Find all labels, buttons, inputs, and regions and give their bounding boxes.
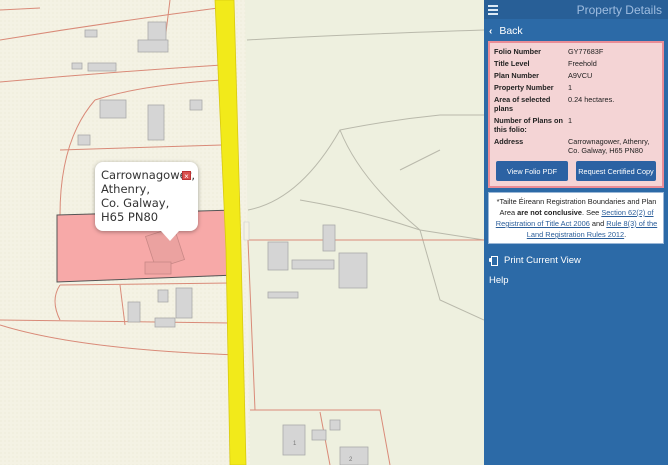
detail-label: Address (494, 137, 524, 146)
detail-row-address: Address Carrownagower, Athenry, Co. Galw… (494, 137, 658, 155)
help-label: Help (489, 274, 509, 286)
notice-text: and (589, 219, 607, 228)
detail-row-area: Area of selected plans 0.24 hectares. (494, 95, 658, 113)
view-folio-pdf-button[interactable]: View Folio PDF (496, 161, 568, 181)
detail-value: GY77683F (568, 47, 604, 56)
action-buttons: View Folio PDF Request Certified Copy (494, 161, 658, 181)
detail-label: Number of Plans on this folio: (494, 116, 563, 134)
back-button[interactable]: ‹ Back (484, 21, 668, 41)
request-certified-copy-button[interactable]: Request Certified Copy (576, 161, 656, 181)
map-canvas[interactable]: 1 2 (0, 0, 484, 465)
detail-value: Freehold (568, 59, 597, 68)
map-view[interactable]: 1 2 Carrownagower, Athenry, Co. Galway, … (0, 0, 484, 465)
detail-row-plans-count: Number of Plans on this folio: 1 (494, 116, 658, 134)
road-gap (243, 221, 250, 241)
detail-row-plan-number: Plan Number A9VCU (494, 71, 658, 80)
detail-value: 0.24 hectares. (568, 95, 615, 104)
detail-label: Property Number (494, 83, 554, 92)
detail-label: Folio Number (494, 47, 542, 56)
popup-tail (161, 231, 179, 241)
detail-row-title-level: Title Level Freehold (494, 59, 658, 68)
field-area (245, 0, 484, 465)
panel-header: Property Details (484, 0, 668, 19)
detail-label: Plan Number (494, 71, 540, 80)
help-button[interactable]: Help (484, 270, 668, 290)
detail-row-property-number: Property Number 1 (494, 83, 658, 92)
notice-text: . (624, 230, 627, 239)
detail-value: 1 (568, 83, 573, 92)
back-label: Back (499, 25, 523, 37)
close-icon[interactable]: × (182, 171, 191, 181)
popup-address: Carrownagower, Athenry, Co. Galway, H65 … (101, 168, 196, 224)
notice-bold: are not conclusive (517, 208, 583, 217)
disclaimer-notice: *Tailte Éireann Registration Boundaries … (488, 192, 664, 244)
notice-text: . See (582, 208, 602, 217)
chevron-left-icon: ‹ (489, 25, 493, 37)
detail-value: 1 (568, 116, 573, 125)
print-label: Print Current View (504, 254, 581, 266)
panel-title: Property Details (576, 2, 662, 17)
detail-label: Title Level (494, 59, 530, 68)
printer-icon (489, 256, 498, 266)
detail-row-folio: Folio Number GY77683F (494, 47, 658, 56)
property-details-box: Folio Number GY77683F Title Level Freeho… (488, 41, 664, 188)
address-popup: Carrownagower, Athenry, Co. Galway, H65 … (95, 162, 198, 241)
detail-label: Area of selected plans (494, 95, 551, 113)
detail-value: Carrownagower, Athenry, Co. Galway, H65 … (568, 137, 650, 155)
property-details-panel: Property Details ‹ Back Folio Number GY7… (484, 0, 668, 465)
print-current-view-button[interactable]: Print Current View (484, 250, 668, 270)
detail-value: A9VCU (568, 71, 593, 80)
hamburger-menu-icon[interactable] (488, 5, 498, 15)
